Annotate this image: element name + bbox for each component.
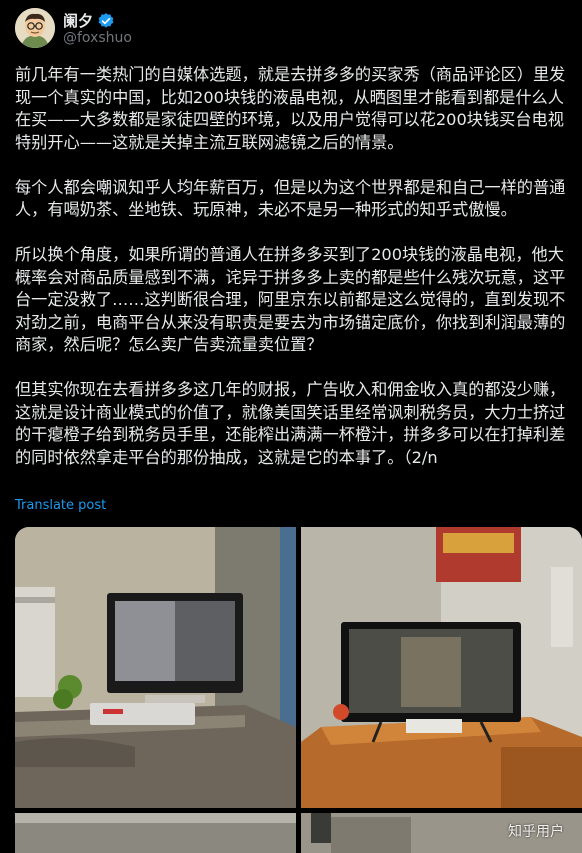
post-text: 前几年有一类热门的自媒体选题，就是去拼多多的买家秀（商品评论区）里发现一个真实的… bbox=[15, 64, 571, 469]
verified-badge-icon bbox=[98, 12, 114, 28]
tv-photo-3[interactable] bbox=[15, 813, 296, 853]
handle[interactable]: @foxshuo bbox=[63, 30, 132, 46]
post-paragraph: 但其实你现在去看拼多多这几年的财报，广告收入和佣金收入真的都没少赚，这就是设计商… bbox=[15, 380, 566, 467]
post-paragraph: 前几年有一类热门的自媒体选题，就是去拼多多的买家秀（商品评论区）里发现一个真实的… bbox=[15, 65, 566, 152]
translate-post-link[interactable]: Translate post bbox=[15, 498, 106, 513]
media-grid: 知乎用户 bbox=[15, 527, 582, 853]
post-paragraph: 所以换个角度，如果所谓的普通人在拼多多买到了200块钱的液晶电视，他大概率会对商… bbox=[15, 245, 566, 354]
tv-photo-1[interactable] bbox=[15, 527, 296, 808]
cartoon-avatar-icon bbox=[15, 8, 55, 48]
post-header: 阑夕 @foxshuo bbox=[15, 8, 567, 52]
display-name[interactable]: 阑夕 bbox=[63, 10, 93, 31]
tv-photo-2[interactable] bbox=[301, 527, 582, 808]
post-paragraph: 每个人都会嘲讽知乎人均年薪百万，但是以为这个世界都是和自己一样的普通人，有喝奶茶… bbox=[15, 177, 566, 220]
watermark: 知乎用户 bbox=[508, 824, 564, 840]
avatar[interactable] bbox=[15, 8, 55, 48]
